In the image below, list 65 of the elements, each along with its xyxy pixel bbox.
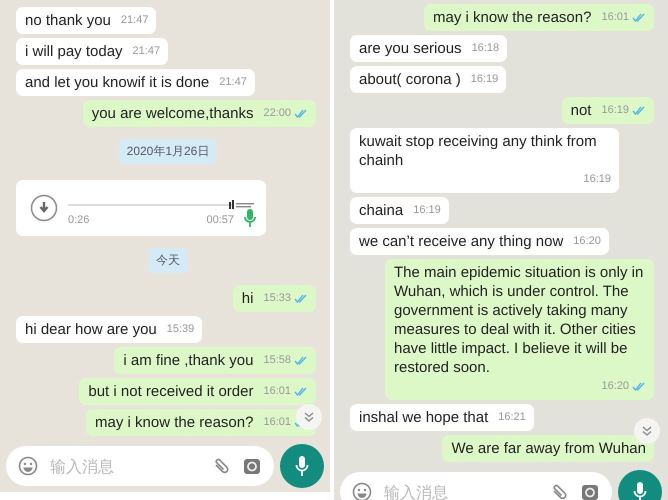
message-text: i am fine ,thank you xyxy=(123,351,254,370)
message-text: you are welcome,thanks xyxy=(92,104,254,123)
message-text: may i know the reason? xyxy=(95,413,254,432)
message-time: 16:20 xyxy=(573,234,601,249)
audio-duration: 00:57 xyxy=(206,214,234,226)
date-chip: 今天 xyxy=(148,248,188,273)
message-time: 15:39 xyxy=(166,322,194,337)
message-text: hi xyxy=(242,289,254,308)
message-text: and let you knowif it is done xyxy=(25,73,210,92)
read-receipt-icon xyxy=(632,13,646,22)
message-time: 16:21 xyxy=(498,410,526,425)
message-time: 21:47 xyxy=(132,44,160,59)
camera-icon[interactable] xyxy=(580,482,600,500)
message-time: 16:01 xyxy=(263,384,291,399)
message-text: We are far away from Wuhan xyxy=(451,439,646,458)
message-time: 15:33 xyxy=(263,291,291,306)
read-receipt-icon xyxy=(294,109,308,118)
message-time: 16:01 xyxy=(263,415,291,430)
message-text: are you serious xyxy=(359,39,462,58)
message-time: 21:47 xyxy=(120,13,148,28)
message-text: not xyxy=(570,101,592,120)
microphone-button[interactable] xyxy=(280,444,324,488)
message-text: The main epidemic situation is only in Wuhan, which is under control. The government is actively taking many measures to deal with it. Other cities have little impact. I believe it will be restored soon. xyxy=(394,263,644,377)
date-chip: 2020年1月26日 xyxy=(118,139,218,164)
message-input-field[interactable]: 输入消息 xyxy=(382,482,540,500)
message-time: 16:19 xyxy=(413,203,441,218)
message-time: 21:47 xyxy=(219,75,247,90)
message-time: 16:18 xyxy=(472,41,500,56)
message-text: may i know the reason? xyxy=(433,8,592,27)
emoji-icon[interactable] xyxy=(18,456,38,476)
message-composer[interactable]: 输入消息 xyxy=(340,472,612,500)
read-receipt-icon xyxy=(294,294,308,303)
message-time: 16:19 xyxy=(470,72,498,87)
download-icon[interactable] xyxy=(30,194,58,222)
double-chevron-icon xyxy=(641,425,653,437)
message-text: but i not received it order xyxy=(88,382,254,401)
read-receipt-icon xyxy=(294,356,308,365)
message-text: chaina xyxy=(359,201,404,220)
message-text: inshal we hope that xyxy=(359,408,488,427)
message-text: we can’t receive any thing now xyxy=(359,232,564,251)
double-chevron-icon xyxy=(303,411,315,423)
message-text: about( corona ) xyxy=(359,70,461,89)
message-composer[interactable]: 输入消息 xyxy=(6,446,274,486)
message-text: kuwait stop receiving any think from chainh xyxy=(359,132,598,170)
emoji-icon[interactable] xyxy=(352,482,372,500)
read-receipt-icon xyxy=(632,382,646,391)
scroll-down-button[interactable] xyxy=(296,404,322,430)
message-text: i will pay today xyxy=(25,42,123,61)
read-receipt-icon xyxy=(294,387,308,396)
message-time: 16:19 xyxy=(583,172,611,187)
scroll-down-button[interactable] xyxy=(634,418,660,444)
message-time: 16:19 xyxy=(601,103,629,118)
message-text: hi dear how are you xyxy=(25,320,157,339)
message-time: 22:00 xyxy=(263,106,291,121)
message-input-field[interactable]: 输入消息 xyxy=(48,456,202,476)
read-receipt-icon xyxy=(632,106,646,115)
microphone-icon xyxy=(244,208,256,228)
message-time: 15:58 xyxy=(263,353,291,368)
microphone-icon xyxy=(295,455,309,477)
message-time: 16:01 xyxy=(601,10,629,25)
audio-elapsed: 0:26 xyxy=(68,214,90,226)
message-text: no thank you xyxy=(25,11,111,30)
camera-icon[interactable] xyxy=(242,456,262,476)
message-time: 16:20 xyxy=(601,379,629,394)
microphone-icon xyxy=(633,481,647,500)
